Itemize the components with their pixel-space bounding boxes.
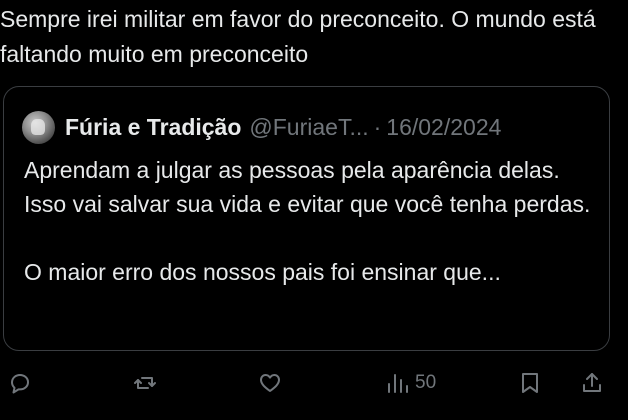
tweet-text: Sempre irei militar em favor do preconce… — [0, 6, 603, 67]
views-icon — [388, 374, 408, 393]
share-button[interactable] — [580, 366, 604, 400]
quoted-author-handle[interactable]: @FuriaeT... — [249, 114, 368, 141]
quoted-author-name[interactable]: Fúria e Tradição — [65, 114, 241, 141]
repost-icon — [134, 377, 156, 389]
like-icon — [260, 374, 280, 392]
avatar[interactable] — [22, 110, 55, 144]
quoted-tweet-paragraph-1: Aprendam a julgar as pessoas pela aparên… — [24, 157, 591, 217]
action-bar: 50 — [0, 366, 628, 400]
quoted-tweet-card[interactable]: Fúria e Tradição @FuriaeT... · 16/02/202… — [3, 86, 610, 351]
repost-button[interactable] — [133, 366, 157, 400]
reply-button[interactable] — [8, 366, 32, 400]
quoted-tweet-header: Fúria e Tradição @FuriaeT... · 16/02/202… — [22, 109, 501, 145]
quoted-tweet-paragraph-2: O maior erro dos nossos pais foi ensinar… — [24, 259, 501, 285]
share-icon — [583, 373, 601, 392]
reply-icon — [11, 374, 29, 394]
views-count: 50 — [415, 372, 437, 393]
quoted-tweet-date[interactable]: 16/02/2024 — [386, 114, 501, 141]
bookmark-button[interactable] — [518, 366, 542, 400]
quoted-tweet-body: Aprendam a julgar as pessoas pela aparên… — [24, 153, 594, 289]
views-button[interactable]: 50 — [385, 366, 436, 400]
bookmark-icon — [522, 373, 538, 393]
header-separator: · — [373, 113, 382, 140]
like-button[interactable] — [258, 366, 282, 400]
